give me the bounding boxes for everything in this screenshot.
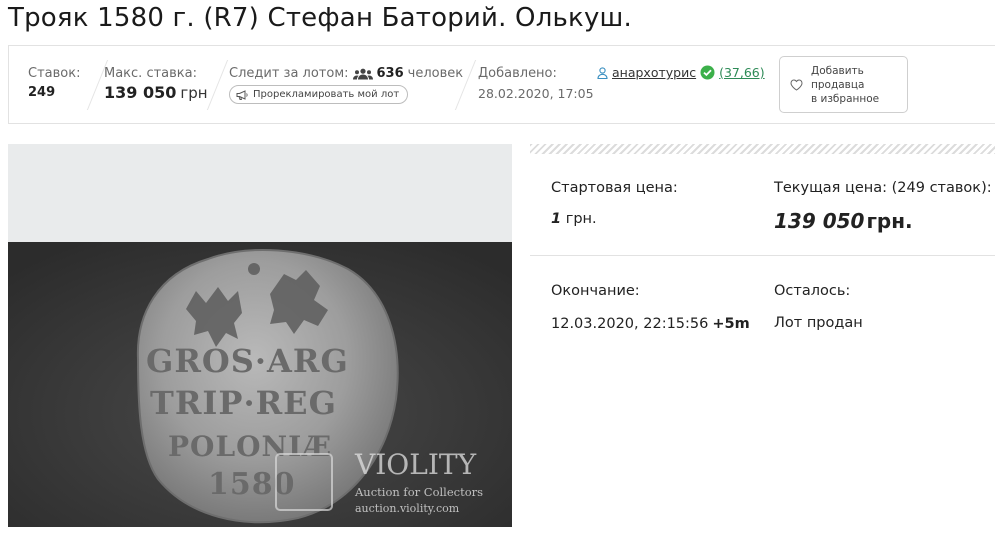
coin-legend-line-1: GROS·ARG xyxy=(146,342,349,380)
coin-legend-line-2: TRIP·REG xyxy=(150,384,337,422)
lot-info-bar: Ставок: 249 Макс. ставка: 139 050 грн Сле… xyxy=(8,45,995,124)
added-value: 28.02.2020, 17:05 xyxy=(478,86,594,101)
add-seller-favorite-button[interactable]: Добавить продавца в избранное xyxy=(779,56,908,113)
users-icon xyxy=(352,68,373,80)
seller-row: анархотурис (37,66) xyxy=(597,65,765,80)
coin-legend-line-3: POLONIÆ xyxy=(168,430,332,463)
watermark-title: VIOLITY xyxy=(354,448,477,481)
divider xyxy=(206,60,229,110)
promote-lot-label: Прорекламировать мой лот xyxy=(253,89,400,100)
max-bid-row: 139 050 грн xyxy=(104,84,208,103)
add-seller-favorite-label: Добавить продавца в избранное xyxy=(811,64,880,105)
max-bid-currency: грн xyxy=(180,84,208,102)
end-extension: +5m xyxy=(712,316,750,332)
lot-photo[interactable]: GROS·ARG TRIP·REG POLONIÆ 1580 VIOLITY A… xyxy=(8,144,512,527)
bids-value: 249 xyxy=(28,85,56,100)
price-divider xyxy=(530,255,995,256)
start-price-row: 1 грн. xyxy=(551,211,597,227)
added-label: Добавлено: xyxy=(478,66,557,81)
remaining-label: Осталось: xyxy=(774,283,851,299)
end-value: 12.03.2020, 22:15:56 xyxy=(551,316,709,332)
max-bid-label: Макс. ставка: xyxy=(104,66,197,81)
hatch-stripe xyxy=(530,144,995,154)
start-price-value: 1 xyxy=(551,211,562,227)
verified-check-icon xyxy=(700,65,715,80)
current-price-value: 139 050 xyxy=(774,209,865,233)
current-price-currency: грн. xyxy=(866,209,913,233)
user-icon xyxy=(597,66,608,79)
price-panel: Стартовая цена: 1 грн. Текущая цена: (24… xyxy=(530,158,995,537)
current-price-label: Текущая цена: (249 ставок): xyxy=(774,180,992,196)
current-price-row: 139 050 грн. xyxy=(774,209,913,233)
watchers-label: Следит за лотом: xyxy=(229,66,349,81)
start-price-currency: грн. xyxy=(565,211,597,227)
coin-image: GROS·ARG TRIP·REG POLONIÆ 1580 VIOLITY A… xyxy=(8,242,512,527)
coin-legend-line-4: 1580 xyxy=(208,467,296,502)
watermark-subtitle: Auction for Collectors xyxy=(354,485,483,499)
bids-label: Ставок: xyxy=(28,66,81,81)
start-price-label: Стартовая цена: xyxy=(551,180,678,196)
seller-rating-link[interactable]: (37,66) xyxy=(719,65,765,80)
megaphone-icon xyxy=(236,89,249,100)
page-title: Трояк 1580 г. (R7) Стефан Баторий. Ольку… xyxy=(8,3,633,33)
end-label: Окончание: xyxy=(551,283,640,299)
watchers-unit: человек xyxy=(407,66,464,81)
remaining-value: Лот продан xyxy=(774,315,863,331)
watermark-url: auction.violity.com xyxy=(355,502,460,515)
seller-name-link[interactable]: анархотурис xyxy=(612,65,696,80)
promote-lot-button[interactable]: Прорекламировать мой лот xyxy=(229,85,409,104)
heart-icon xyxy=(790,78,803,91)
watchers-count: 636 xyxy=(376,66,404,81)
end-row: 12.03.2020, 22:15:56 +5m xyxy=(551,316,750,332)
watchers-row: Следит за лотом: 636 человек xyxy=(229,66,463,82)
max-bid-value: 139 050 xyxy=(104,83,177,102)
photo-footer-gap xyxy=(8,527,512,537)
